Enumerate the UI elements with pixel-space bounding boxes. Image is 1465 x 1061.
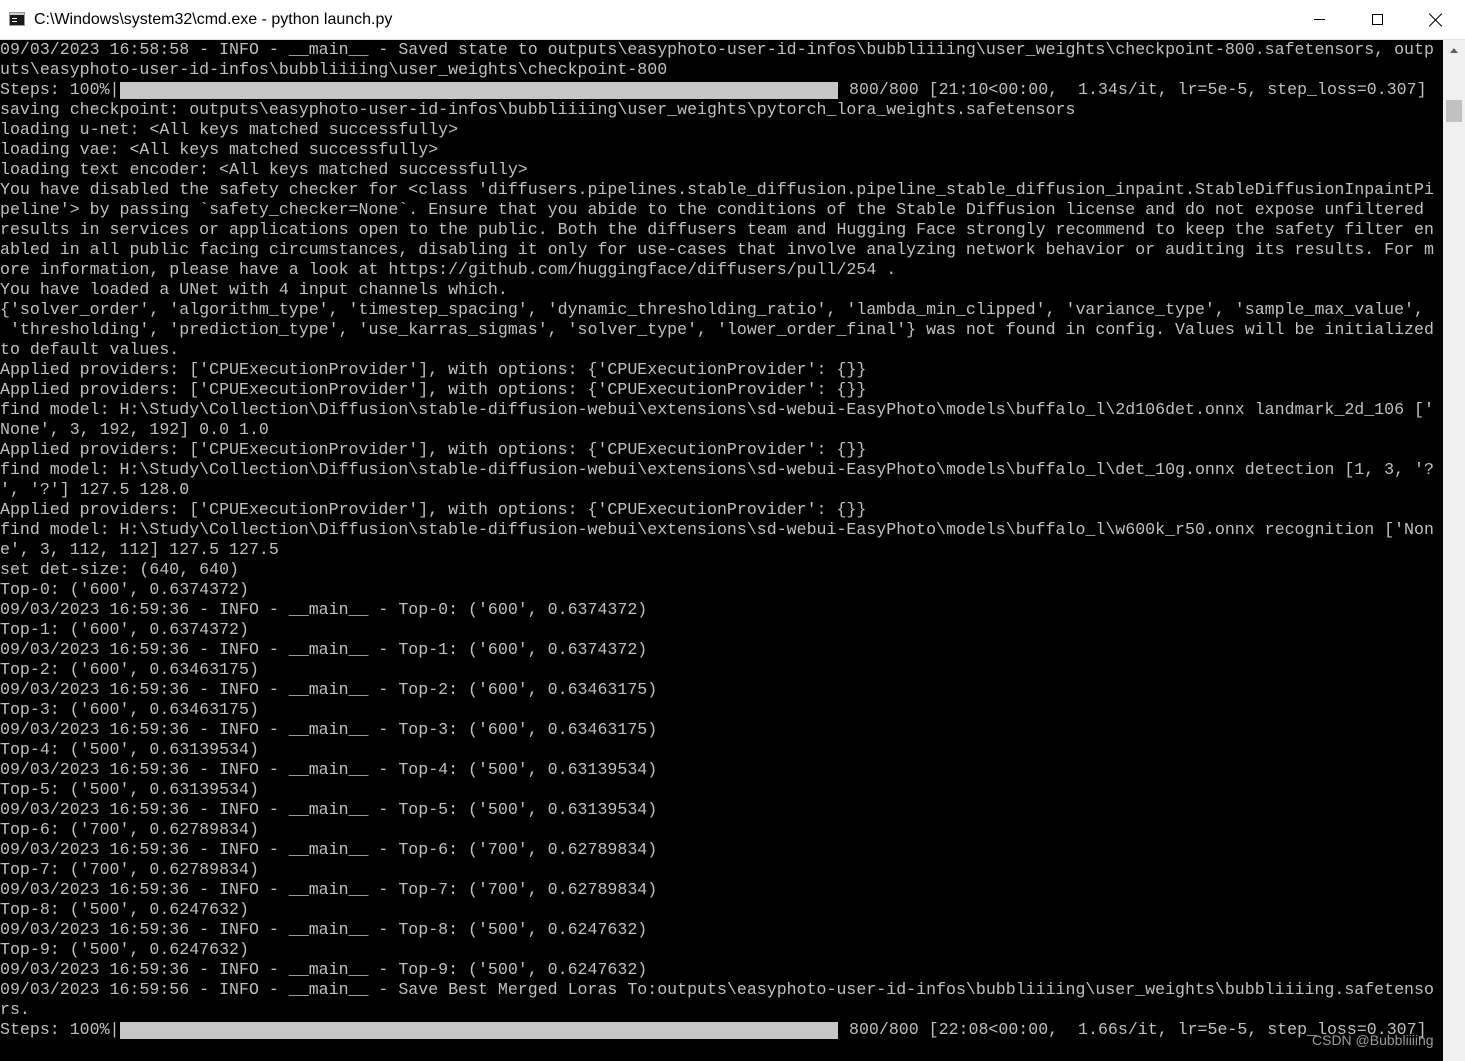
console-line: set det-size: (640, 640) xyxy=(0,560,239,579)
console-line: ore information, please have a look at h… xyxy=(0,260,897,279)
vertical-scrollbar[interactable] xyxy=(1443,40,1465,1061)
console-line: 09/03/2023 16:59:36 - INFO - __main__ - … xyxy=(0,600,648,619)
console-line: Top-1: ('600', 0.6374372) xyxy=(0,620,249,639)
watermark: CSDN @Bubbliiiing xyxy=(1312,1032,1434,1048)
console-line: 09/03/2023 16:59:36 - INFO - __main__ - … xyxy=(0,960,648,979)
console-line: 09/03/2023 16:59:36 - INFO - __main__ - … xyxy=(0,760,658,779)
console-line: Applied providers: ['CPUExecutionProvide… xyxy=(0,500,867,519)
maximize-icon xyxy=(1372,14,1383,25)
console-line: to default values. xyxy=(0,340,180,359)
maximize-button[interactable] xyxy=(1349,0,1407,40)
console-line: {'solver_order', 'algorithm_type', 'time… xyxy=(0,300,1424,319)
console-line: peline'> by passing `safety_checker=None… xyxy=(0,200,1424,219)
console-line: 09/03/2023 16:59:36 - INFO - __main__ - … xyxy=(0,640,648,659)
console-line: Top-7: ('700', 0.62789834) xyxy=(0,860,259,879)
progress-bar xyxy=(120,82,838,99)
console-line: uts\easyphoto-user-id-infos\bubbliiiing\… xyxy=(0,60,668,79)
console-line: loading text encoder: <All keys matched … xyxy=(0,160,528,179)
minimize-icon xyxy=(1314,19,1325,20)
console-line: Applied providers: ['CPUExecutionProvide… xyxy=(0,440,867,459)
progress-line: Steps: 100%| 800/800 [21:10<00:00, 1.34s/… xyxy=(0,80,1443,100)
console-line: Top-2: ('600', 0.63463175) xyxy=(0,660,259,679)
console-line: 09/03/2023 16:59:36 - INFO - __main__ - … xyxy=(0,840,658,859)
console-line: Top-0: ('600', 0.6374372) xyxy=(0,580,249,599)
scroll-up-arrow-icon[interactable] xyxy=(1443,40,1465,60)
progress-fill xyxy=(120,1022,838,1039)
title-bar[interactable]: C:\Windows\system32\cmd.exe - python lau… xyxy=(0,0,1465,40)
console-line: You have loaded a UNet with 4 input chan… xyxy=(0,280,508,299)
console-line: saving checkpoint: outputs\easyphoto-use… xyxy=(0,100,1076,119)
console-line: Top-8: ('500', 0.6247632) xyxy=(0,900,249,919)
console-line: Applied providers: ['CPUExecutionProvide… xyxy=(0,380,867,399)
console-line: 09/03/2023 16:59:36 - INFO - __main__ - … xyxy=(0,800,658,819)
console-line: find model: H:\Study\Collection\Diffusio… xyxy=(0,400,1434,419)
console-line: 'thresholding', 'prediction_type', 'use_… xyxy=(0,320,1434,339)
progress-fill xyxy=(120,82,838,99)
console-line: 09/03/2023 16:59:36 - INFO - __main__ - … xyxy=(0,920,648,939)
console-line: 09/03/2023 16:59:36 - INFO - __main__ - … xyxy=(0,680,658,699)
console-line: results in services or applications open… xyxy=(0,220,1434,239)
progress-bar xyxy=(120,1022,838,1039)
window-title: C:\Windows\system32\cmd.exe - python lau… xyxy=(34,11,393,28)
console-line: Top-4: ('500', 0.63139534) xyxy=(0,740,259,759)
minimize-button[interactable] xyxy=(1291,0,1349,40)
console-line: rs. xyxy=(0,1000,30,1019)
console-line: None', 3, 192, 192] 0.0 1.0 xyxy=(0,420,269,439)
console-line: 09/03/2023 16:59:36 - INFO - __main__ - … xyxy=(0,880,658,899)
console-icon[interactable] xyxy=(9,12,25,26)
console-line: find model: H:\Study\Collection\Diffusio… xyxy=(0,460,1434,479)
console-line: Top-3: ('600', 0.63463175) xyxy=(0,700,259,719)
console-line: Top-6: ('700', 0.62789834) xyxy=(0,820,259,839)
console-line: 09/03/2023 16:59:36 - INFO - __main__ - … xyxy=(0,720,658,739)
progress-line: Steps: 100%| 800/800 [22:08<00:00, 1.66s/… xyxy=(0,1020,1443,1040)
console-line: Applied providers: ['CPUExecutionProvide… xyxy=(0,360,867,379)
console-line: find model: H:\Study\Collection\Diffusio… xyxy=(0,520,1434,539)
progress-label: Steps: 100%| xyxy=(0,1020,120,1039)
console-line: Top-9: ('500', 0.6247632) xyxy=(0,940,249,959)
progress-stats: 800/800 [21:10<00:00, 1.34s/it, lr=5e-5,… xyxy=(849,80,1427,99)
console-line: ', '?'] 127.5 128.0 xyxy=(0,480,190,499)
console-line: e', 3, 112, 112] 127.5 127.5 xyxy=(0,540,279,559)
console-line: Top-5: ('500', 0.63139534) xyxy=(0,780,259,799)
console-output[interactable]: 09/03/2023 16:58:58 - INFO - __main__ - … xyxy=(0,40,1443,1061)
scrollbar-thumb[interactable] xyxy=(1446,100,1462,122)
console-line: abled in all public facing circumstances… xyxy=(0,240,1434,259)
console-line: loading u-net: <All keys matched success… xyxy=(0,120,459,139)
console-line: loading vae: <All keys matched successfu… xyxy=(0,140,439,159)
console-line: 09/03/2023 16:58:58 - INFO - __main__ - … xyxy=(0,40,1434,59)
progress-label: Steps: 100%| xyxy=(0,80,120,99)
close-icon xyxy=(1429,13,1443,27)
close-button[interactable] xyxy=(1407,0,1465,40)
console-line: 09/03/2023 16:59:56 - INFO - __main__ - … xyxy=(0,980,1434,999)
console-line: You have disabled the safety checker for… xyxy=(0,180,1434,199)
